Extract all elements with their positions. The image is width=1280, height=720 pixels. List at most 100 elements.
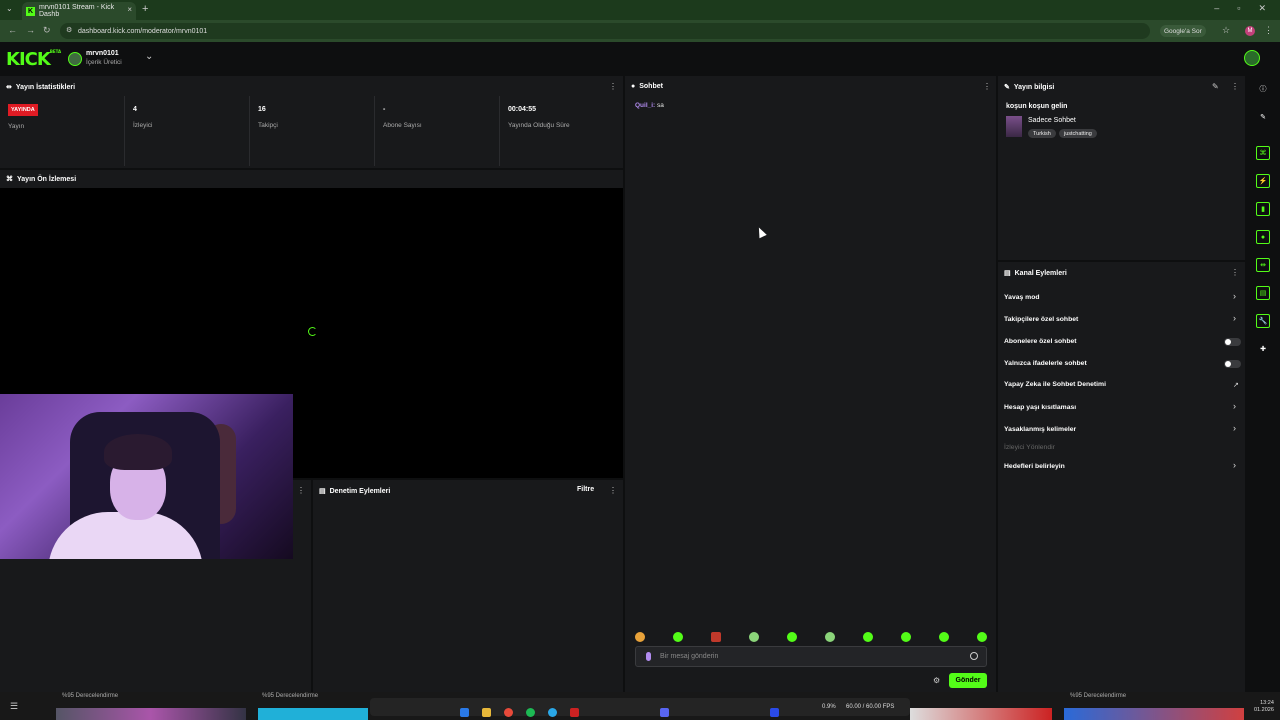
emote-icon[interactable] bbox=[901, 632, 911, 642]
action-banned-words[interactable]: Yasaklanmış kelimeler bbox=[1004, 426, 1076, 433]
video-thumbnail[interactable] bbox=[1064, 708, 1244, 720]
reload-icon[interactable]: ↻ bbox=[43, 25, 51, 36]
microphone-icon[interactable] bbox=[646, 652, 651, 661]
emote-icon[interactable] bbox=[787, 632, 797, 642]
chat-title-text: Sohbet bbox=[639, 83, 663, 90]
discord-icon[interactable] bbox=[660, 708, 669, 717]
action-ai-moderation[interactable]: Yapay Zeka ile Sohbet Denetimi bbox=[1004, 381, 1106, 388]
chat-menu-icon[interactable]: ⋮ bbox=[983, 82, 991, 91]
thumbnail-label: %95 Derecelendirme bbox=[1070, 693, 1127, 699]
edit-stream-icon[interactable]: ✎ bbox=[1212, 82, 1219, 91]
url-field[interactable]: ⚙ dashboard.kick.com/moderator/mrvn0101 bbox=[60, 23, 1150, 39]
chevron-right-icon[interactable]: › bbox=[1233, 460, 1236, 470]
forward-icon[interactable]: → bbox=[26, 25, 35, 35]
stats-menu-icon[interactable]: ⋮ bbox=[609, 82, 617, 91]
panel-menu-icon[interactable]: ⋮ bbox=[297, 486, 305, 495]
emotes-only-toggle[interactable] bbox=[1224, 360, 1241, 368]
send-button[interactable]: Gönder bbox=[949, 673, 987, 688]
cpu-usage: 0.9% bbox=[822, 704, 836, 710]
profile-avatar[interactable]: M bbox=[1245, 26, 1255, 36]
list-widget-icon[interactable]: ▤ bbox=[1256, 286, 1270, 300]
emote-icon[interactable] bbox=[673, 632, 683, 642]
category-thumbnail[interactable] bbox=[1006, 116, 1022, 137]
external-link-icon[interactable]: ↗ bbox=[1233, 381, 1239, 389]
stream-category[interactable]: Sadece Sohbet bbox=[1028, 117, 1076, 124]
tag-badge[interactable]: Turkish bbox=[1028, 129, 1056, 138]
preview-title-text: Yayın Ön İzlemesi bbox=[17, 175, 77, 183]
back-icon[interactable]: ← bbox=[8, 25, 17, 35]
edge-icon[interactable] bbox=[548, 708, 557, 717]
action-account-age[interactable]: Hesap yaşı kısıtlaması bbox=[1004, 404, 1076, 411]
channel-actions-menu-icon[interactable]: ⋮ bbox=[1231, 268, 1239, 277]
emote-icon[interactable] bbox=[711, 632, 721, 642]
header-right-avatar[interactable] bbox=[1244, 50, 1260, 66]
chevron-right-icon[interactable]: › bbox=[1233, 291, 1236, 301]
chat-widget-icon[interactable]: ● bbox=[1256, 230, 1270, 244]
emote-icon[interactable] bbox=[749, 632, 759, 642]
system-clock[interactable]: 13:24 01.2026 bbox=[1254, 700, 1274, 714]
stats-widget-icon[interactable]: ⇹ bbox=[1256, 258, 1270, 272]
stat-viewers: 4 İzleyici bbox=[125, 96, 250, 166]
browser-tab[interactable]: K mrvn0101 Stream - Kick Dashb × bbox=[22, 2, 136, 20]
chat-username[interactable]: Quil_i: bbox=[635, 102, 655, 109]
windows-start-icon[interactable] bbox=[460, 708, 469, 717]
spotify-icon[interactable] bbox=[526, 708, 535, 717]
site-info-icon[interactable]: ⚙ bbox=[66, 26, 72, 34]
preview-icon: ⌘ bbox=[6, 176, 13, 183]
edit-icon[interactable]: ✎ bbox=[1256, 110, 1270, 124]
notes-icon[interactable]: ▮ bbox=[1256, 202, 1270, 216]
action-slow-mode[interactable]: Yavaş mod bbox=[1004, 294, 1040, 301]
file-explorer-icon[interactable] bbox=[482, 708, 491, 717]
tab-search-icon[interactable]: ⌄ bbox=[6, 4, 13, 13]
maximize-icon[interactable]: ▫ bbox=[1237, 3, 1240, 14]
close-window-icon[interactable]: ✕ bbox=[1258, 3, 1266, 14]
subscribers-only-toggle[interactable] bbox=[1224, 338, 1241, 346]
app-icon[interactable] bbox=[570, 708, 579, 717]
preview-panel-header: ⌘ Yayın Ön İzlemesi bbox=[0, 170, 623, 188]
user-avatar[interactable] bbox=[68, 52, 82, 66]
pencil-icon: ✎ bbox=[1004, 84, 1010, 91]
url-text: dashboard.kick.com/moderator/mrvn0101 bbox=[78, 27, 208, 35]
preview-widget-icon[interactable]: ⌘ bbox=[1256, 146, 1270, 160]
stat-stream: YAYINDA Yayın bbox=[0, 96, 125, 166]
moderation-icon: ▤ bbox=[319, 488, 326, 495]
emoji-icon[interactable] bbox=[970, 652, 978, 660]
stream-title: koşun koşun gelin bbox=[1006, 103, 1068, 110]
close-tab-icon[interactable]: × bbox=[127, 5, 132, 14]
google-ask-button[interactable]: Google'a Sor bbox=[1160, 25, 1206, 37]
minimize-icon[interactable]: – bbox=[1214, 3, 1219, 14]
moderation-menu-icon[interactable]: ⋮ bbox=[609, 486, 617, 495]
new-tab-icon[interactable]: + bbox=[142, 3, 148, 15]
action-set-goals[interactable]: Hedefleri belirleyin bbox=[1004, 463, 1065, 470]
app-icon[interactable] bbox=[770, 708, 779, 717]
emote-icon[interactable] bbox=[977, 632, 987, 642]
info-icon[interactable]: ⓘ bbox=[1256, 82, 1270, 96]
chevron-right-icon[interactable]: › bbox=[1233, 401, 1236, 411]
chat-message-input[interactable]: Bir mesaj gönderin bbox=[635, 646, 987, 667]
video-thumbnail[interactable] bbox=[56, 708, 246, 720]
emote-icon[interactable] bbox=[863, 632, 873, 642]
chevron-down-icon[interactable]: ⌄ bbox=[145, 51, 153, 62]
clock-time: 13:24 bbox=[1260, 700, 1274, 706]
chevron-right-icon[interactable]: › bbox=[1233, 313, 1236, 323]
lightning-icon[interactable]: ⚡ bbox=[1256, 174, 1270, 188]
chevron-right-icon[interactable]: › bbox=[1233, 423, 1236, 433]
add-widget-icon[interactable]: ✚ bbox=[1256, 342, 1270, 356]
action-followers-only[interactable]: Takipçilere özel sohbet bbox=[1004, 316, 1078, 323]
chat-settings-gear-icon[interactable]: ⚙ bbox=[933, 676, 940, 685]
bookmark-star-icon[interactable]: ☆ bbox=[1222, 25, 1230, 36]
video-thumbnail[interactable] bbox=[258, 708, 368, 720]
chrome-icon[interactable] bbox=[504, 708, 513, 717]
username[interactable]: mrvn0101 bbox=[86, 50, 119, 57]
taskbar-menu-icon[interactable]: ☰ bbox=[10, 701, 18, 712]
wrench-icon[interactable]: 🔧 bbox=[1256, 314, 1270, 328]
filter-button[interactable]: Filtre bbox=[577, 486, 594, 493]
emote-icon[interactable] bbox=[635, 632, 645, 642]
stream-info-menu-icon[interactable]: ⋮ bbox=[1231, 82, 1239, 91]
emote-icon[interactable] bbox=[939, 632, 949, 642]
kick-logo[interactable]: KICKBETA bbox=[6, 49, 61, 70]
tag-badge[interactable]: justchatting bbox=[1059, 129, 1097, 138]
video-thumbnail[interactable] bbox=[910, 708, 1052, 720]
browser-menu-icon[interactable]: ⋮ bbox=[1264, 25, 1273, 36]
emote-icon[interactable] bbox=[825, 632, 835, 642]
